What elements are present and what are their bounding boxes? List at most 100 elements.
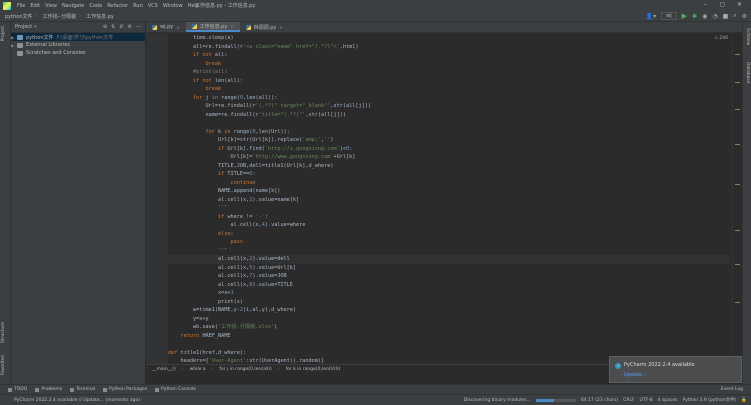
project-side-tab[interactable]: Project bbox=[1, 26, 6, 41]
tool-window-todo[interactable]: TODO bbox=[8, 387, 27, 392]
tab-wj[interactable]: wj.py ✕ bbox=[146, 22, 186, 32]
editor-breadcrumb-item[interactable]: for j in range(0,len(all)) bbox=[219, 367, 271, 372]
breadcrumb-current[interactable]: 工作信息.py bbox=[86, 13, 114, 20]
inspection-widget[interactable]: ⚠ 240 bbox=[714, 36, 728, 41]
error-stripe-mark[interactable] bbox=[735, 54, 740, 55]
editor-breadcrumb-item[interactable]: for k in range(0,len(Url)) bbox=[286, 367, 341, 372]
tool-window-terminal[interactable]: Terminal bbox=[70, 387, 95, 392]
code-line[interactable]: 75 return HREF_NAME bbox=[168, 332, 730, 341]
menu-vcs[interactable]: VCS bbox=[148, 3, 158, 9]
tree-item-scratches[interactable]: Scratches and Consoles bbox=[11, 49, 145, 57]
chevron-down-icon[interactable]: ▾ bbox=[34, 24, 37, 30]
code-line[interactable]: 54 Url[k]='http://www.gongxiong.com'+Url… bbox=[168, 153, 730, 162]
hide-icon[interactable]: — bbox=[136, 24, 141, 30]
code-line[interactable]: 62 al.cell(x,4).value=where bbox=[168, 221, 730, 230]
error-stripe-mark[interactable] bbox=[735, 264, 740, 265]
search-icon[interactable]: ⌕ bbox=[733, 12, 736, 20]
code-line[interactable]: 56 if TITLE==0: bbox=[168, 170, 730, 179]
database-side-tab[interactable]: Database bbox=[745, 62, 750, 83]
settings-icon[interactable]: ⚙ bbox=[742, 13, 747, 20]
menu-run[interactable]: Run bbox=[133, 3, 143, 9]
code-line[interactable]: 76 bbox=[168, 340, 730, 349]
menu-navigate[interactable]: Navigate bbox=[62, 3, 84, 9]
close-tab-icon[interactable]: ✕ bbox=[230, 24, 233, 29]
code-line[interactable]: 44 #print(all) bbox=[168, 68, 730, 77]
code-line[interactable]: 61 if where != '-': bbox=[168, 213, 730, 222]
locate-icon[interactable]: ⊕ bbox=[103, 24, 107, 30]
lock-icon[interactable]: 🔓 bbox=[741, 398, 747, 403]
line-number-gutter[interactable] bbox=[146, 34, 168, 364]
coverage-icon[interactable]: ◉ bbox=[702, 13, 707, 20]
code-line[interactable]: 72 w=time1(NAME,y-2(i,al,y),d_where) bbox=[168, 306, 730, 315]
code-line[interactable]: 51 for k in range(0,len(Url)): bbox=[168, 128, 730, 137]
background-progress[interactable] bbox=[535, 398, 576, 402]
code-line[interactable]: 59 al.cell(x,1).value=name[k] bbox=[168, 196, 730, 205]
error-stripe-mark[interactable] bbox=[735, 230, 740, 231]
tool-window-problems[interactable]: Problems bbox=[35, 387, 62, 392]
interpreter[interactable]: Python 3.9 (python文件) bbox=[683, 397, 737, 403]
code-line[interactable]: 60 ''' bbox=[168, 204, 730, 213]
editor-scrollbar[interactable] bbox=[732, 34, 742, 364]
update-link[interactable]: Update... bbox=[624, 372, 647, 378]
code-line[interactable]: 57 continue bbox=[168, 179, 730, 188]
status-message[interactable]: PyCharm 2022.2.4 available // Update... … bbox=[14, 398, 140, 403]
background-task[interactable]: Discovering binary modules... bbox=[464, 398, 531, 403]
user-icon[interactable]: 👤▾ bbox=[646, 13, 656, 20]
maximize-icon[interactable]: ▢ bbox=[714, 1, 731, 8]
gear-icon[interactable]: ⚙ bbox=[128, 24, 132, 30]
code-line[interactable]: 50 bbox=[168, 119, 730, 128]
code-line[interactable]: 49 name=re.findall(r'title="(.*?)"',str(… bbox=[168, 111, 730, 120]
menu-view[interactable]: View bbox=[45, 3, 57, 9]
error-stripe-mark[interactable] bbox=[735, 109, 740, 110]
error-stripe-mark[interactable] bbox=[735, 82, 740, 83]
code-line[interactable]: 55 TITLE,JOB,dell=title1(Url[k],d_where) bbox=[168, 162, 730, 171]
code-line[interactable]: 71 print(x) bbox=[168, 298, 730, 307]
code-line[interactable]: 73 y=x+y bbox=[168, 315, 730, 324]
error-stripe-mark[interactable] bbox=[735, 184, 740, 185]
code-line[interactable]: 47 for j in range(0,len(all)): bbox=[168, 94, 730, 103]
favorites-side-tab[interactable]: Favorites bbox=[1, 355, 6, 375]
event-log-button[interactable]: Event Log bbox=[721, 387, 743, 392]
profile-icon[interactable]: ◔ bbox=[712, 13, 717, 20]
run-icon[interactable]: ▶ bbox=[682, 12, 687, 20]
stop-icon[interactable]: ■ bbox=[723, 13, 729, 20]
caret-position[interactable]: 64:17 (23 chars) bbox=[581, 398, 618, 403]
close-tab-icon[interactable]: ✕ bbox=[176, 25, 179, 30]
menu-file[interactable]: File bbox=[17, 3, 25, 9]
code-line[interactable]: 65 ''' bbox=[168, 247, 730, 256]
code-line[interactable]: 53 if Url[k].find('http://z.gongxiong.co… bbox=[168, 145, 730, 154]
line-separator[interactable]: CRLF bbox=[623, 398, 634, 403]
code-line[interactable]: 46 break bbox=[168, 85, 730, 94]
code-line[interactable]: 45 if not len(all): bbox=[168, 77, 730, 86]
minimize-icon[interactable]: – bbox=[697, 1, 714, 8]
structure-side-tab[interactable]: Structure bbox=[1, 322, 6, 343]
error-stripe-mark[interactable] bbox=[735, 144, 740, 145]
tool-window-python-console[interactable]: Python Console bbox=[155, 387, 196, 392]
run-config-select[interactable]: wj bbox=[661, 12, 677, 20]
close-tab-icon[interactable]: ✕ bbox=[279, 25, 282, 30]
menu-window[interactable]: Window bbox=[163, 3, 183, 9]
collapse-all-icon[interactable]: ⇵ bbox=[119, 24, 123, 30]
code-line[interactable]: 42 if not all: bbox=[168, 51, 730, 60]
code-line[interactable]: 52 Url[k]=str(Url[k]).replace('amp;','') bbox=[168, 136, 730, 145]
tree-item-external-libraries[interactable]: ▶ External Libraries bbox=[11, 41, 145, 49]
sciview-side-tab[interactable]: SciView bbox=[745, 28, 750, 45]
debug-icon[interactable]: ✱ bbox=[692, 13, 697, 20]
breadcrumb-project[interactable]: python文件 bbox=[5, 13, 33, 20]
menu-refactor[interactable]: Refactor bbox=[107, 3, 128, 9]
menu-edit[interactable]: Edit bbox=[30, 3, 40, 9]
code-line[interactable]: 67 al.cell(x,5).value=Url[k] bbox=[168, 264, 730, 273]
code-line[interactable]: 69 al.cell(x,8).value=TITLE bbox=[168, 281, 730, 290]
tab-lin[interactable]: 林调调.py ✕ bbox=[240, 22, 289, 32]
breadcrumb-file[interactable]: 工作找--分隔装 bbox=[43, 13, 77, 20]
tab-work-info[interactable]: 工作信息.py ✕ bbox=[185, 22, 240, 32]
code-editor[interactable]: 40 time.sleep(a)41 all=re.findall(r'<a c… bbox=[168, 34, 730, 364]
close-icon[interactable]: ✕ bbox=[731, 1, 748, 8]
code-line[interactable]: 66 al.cell(x,2).value=dell bbox=[168, 255, 730, 264]
indent-setting[interactable]: 4 spaces bbox=[658, 398, 678, 403]
code-line[interactable]: 43 break bbox=[168, 60, 730, 69]
code-line[interactable]: 64 pass bbox=[168, 238, 730, 247]
code-line[interactable]: 63 else: bbox=[168, 230, 730, 239]
tool-window-python-packages[interactable]: Python Packages bbox=[103, 387, 147, 392]
code-line[interactable]: 48 Url=re.findall(r'(.*?)" target="_blan… bbox=[168, 102, 730, 111]
